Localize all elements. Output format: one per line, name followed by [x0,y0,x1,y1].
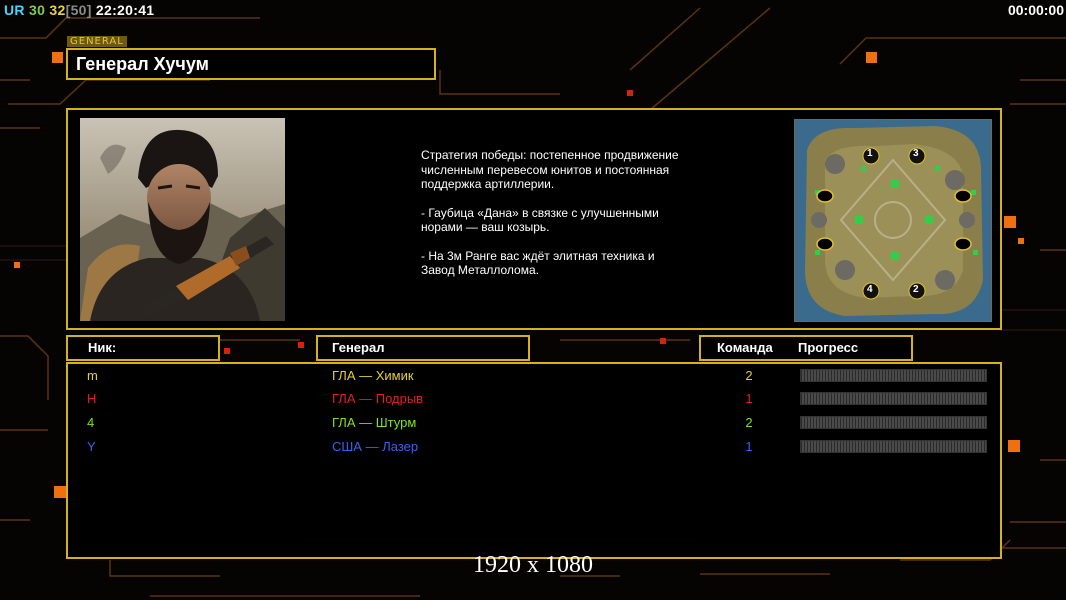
player-row: m ГЛА — Химик 2 [68,366,1000,386]
header-nick-label: Ник: [88,340,117,355]
player-general: ГЛА — Подрыв [332,391,424,406]
strategy-paragraph-3: - На 3м Ранге вас ждёт элитная техника и… [421,248,655,278]
hud-num1: 30 [29,2,46,18]
header-team-label: Команда [717,340,773,355]
player-team: 1 [745,391,753,406]
player-general: США — Лазер [332,439,419,454]
player-row: H ГЛА — Подрыв 1 [68,389,1000,409]
player-nick: Y [87,439,96,454]
player-team: 2 [745,368,753,383]
player-nick: m [87,368,98,383]
player-row: 4 ГЛА — Штурм 2 [68,413,1000,433]
hud-tag: UR [4,2,25,18]
strategy-paragraph-2: - Гаубица «Дана» в связке с улучшенными … [421,205,659,235]
game-timer: 00:00:00 [1007,2,1064,18]
header-progress-label: Прогресс [798,340,859,355]
slot-label-2: 2 [913,284,919,295]
player-general: ГЛА — Штурм [332,415,417,430]
slot-label-3: 3 [913,148,919,159]
resolution-label: 1920 x 1080 [473,552,593,578]
header-general: Генерал [316,335,530,361]
player-general: ГЛА — Химик [332,368,414,383]
player-progress-bar [800,392,987,405]
player-progress-bar [800,369,987,382]
slot-label-1: 1 [867,148,873,159]
general-title-box: Генерал Хучум [66,48,436,80]
hud-num2: 32 [49,2,66,18]
players-panel: m ГЛА — Химик 2 H ГЛА — Подрыв 1 4 ГЛА —… [66,362,1002,559]
player-progress-bar [800,440,987,453]
header-team-progress: Команда Прогресс [699,335,913,361]
player-progress-bar [800,416,987,429]
header-nick: Ник: [66,335,220,361]
fps-counter: UR 30 32[50] 22:20:41 [4,2,154,18]
player-team: 1 [745,439,753,454]
map-preview: 1 3 4 2 [794,119,992,322]
player-row: Y США — Лазер 1 [68,437,1000,457]
player-team: 2 [745,415,753,430]
player-nick: 4 [87,415,95,430]
general-name: Генерал Хучум [76,54,209,74]
strategy-paragraph-1: Стратегия победы: постепенное продвижени… [421,148,679,191]
header-general-label: Генерал [332,340,385,355]
hud-bracket: [50] [65,2,92,18]
general-info-panel: Стратегия победы: постепенное продвижени… [66,108,1002,330]
hud-clock: 22:20:41 [95,2,155,18]
general-tag: GENERAL [67,36,127,47]
player-nick: H [87,391,97,406]
general-portrait [80,118,285,321]
slot-label-4: 4 [867,284,873,295]
strategy-text: Стратегия победы: постепенное продвижени… [421,148,681,292]
